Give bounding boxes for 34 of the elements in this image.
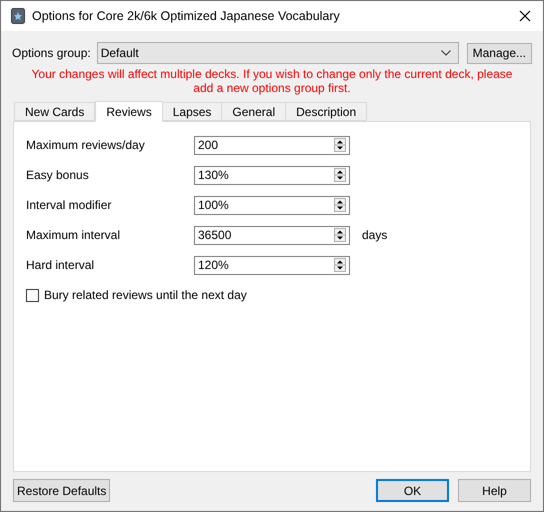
tab[interactable]: General (221, 102, 286, 121)
dialog-button[interactable]: OK (376, 479, 449, 502)
checkbox-label: Bury related reviews until the next day (44, 287, 247, 304)
unit-label: days (362, 227, 388, 244)
dialog-button[interactable]: Help (458, 479, 531, 502)
close-icon[interactable] (519, 10, 531, 22)
options-group-label: Options group: (12, 45, 91, 62)
field-label: Interval modifier (26, 197, 112, 214)
spin-field[interactable]: 200 (194, 136, 350, 154)
spin-field[interactable]: 130% (194, 166, 350, 184)
spinner-arrows-icon[interactable] (334, 198, 346, 212)
spinner-arrows-icon[interactable] (334, 258, 346, 272)
spin-field[interactable]: 36500 (194, 226, 350, 244)
manage-button[interactable]: Manage... (466, 42, 532, 64)
chevron-down-icon (440, 50, 451, 56)
spinner-arrows-icon[interactable] (334, 228, 346, 242)
spin-field[interactable]: 120% (194, 256, 350, 274)
app-icon (11, 8, 25, 24)
options-group-dropdown[interactable]: Default (96, 42, 459, 64)
field-label: Easy bonus (26, 167, 90, 184)
tab[interactable]: Reviews (95, 101, 163, 122)
warning-message: Your changes will affect multiple decks. If you wish to change only the current deck, please add a new options group first. (30, 67, 514, 95)
spin-field[interactable]: 100% (194, 196, 350, 214)
spinner-arrows-icon[interactable] (334, 138, 346, 152)
field-label: Maximum reviews/day (26, 137, 146, 154)
window-title: Options for Core 2k/6k Optimized Japanese Vocabulary (32, 8, 340, 25)
tab[interactable]: Lapses (162, 102, 222, 121)
tab[interactable]: New Cards (14, 102, 96, 121)
spinner-arrows-icon[interactable] (334, 168, 346, 182)
dialog-button[interactable]: Restore Defaults (13, 479, 110, 502)
field-label: Hard interval (26, 257, 96, 274)
checkbox[interactable] (26, 288, 39, 302)
field-label: Maximum interval (26, 227, 122, 244)
tab[interactable]: Description (285, 102, 368, 121)
